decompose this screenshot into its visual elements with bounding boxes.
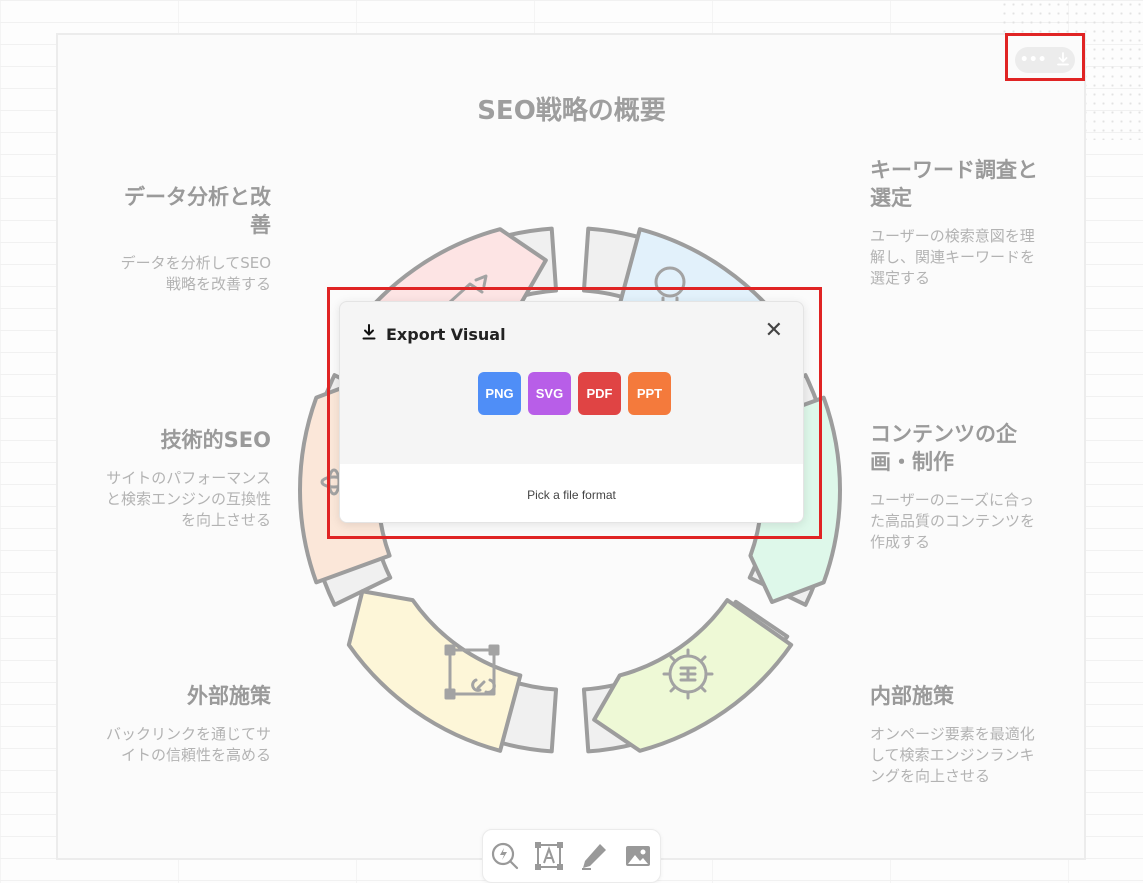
png-button[interactable]: PNG [478,372,521,415]
label-heading: 外部施策 [187,684,271,708]
bottom-toolbar [482,829,661,883]
label-desc: サイトのパフォーマンスと検索エンジンの互換性を向上させる [106,469,272,529]
export-dialog: Export Visual ✕ PNG SVG PDF PPT Pick a f… [339,301,804,523]
label-internal: 内部施策 オンページ要素を最適化して検索エンジンランキングを向上させる [870,682,1040,787]
pen-icon[interactable] [577,839,611,873]
label-desc: ユーザーのニーズに合った高品質のコンテンツを作成する [870,491,1036,551]
label-desc: バックリンクを通じてサイトの信頼性を高める [106,725,272,764]
close-icon[interactable]: ✕ [765,320,783,342]
dialog-header: Export Visual [362,324,506,344]
label-content: コンテンツの企画・制作 ユーザーのニーズに合った高品質のコンテンツを作成する [870,420,1040,553]
gear-cog-icon [662,648,714,700]
label-heading: データ分析と改善 [124,185,271,237]
label-heading: キーワード調査と選定 [870,158,1038,210]
ppt-button[interactable]: PPT [628,372,671,415]
label-data-analysis: データ分析と改善 データを分析してSEO戦略を改善する [106,183,271,295]
label-external: 外部施策 バックリンクを通じてサイトの信頼性を高める [106,682,271,766]
highlight-download-button [1005,33,1085,81]
dialog-title: Export Visual [386,324,506,344]
format-buttons: PNG SVG PDF PPT [478,372,671,415]
image-icon[interactable] [621,839,655,873]
dialog-footer: Pick a file format [340,464,803,522]
pdf-button[interactable]: PDF [578,372,621,415]
label-technical-seo: 技術的SEO サイトのパフォーマンスと検索エンジンの互換性を向上させる [106,426,271,531]
label-desc: オンページ要素を最適化して検索エンジンランキングを向上させる [870,725,1035,785]
label-heading: 技術的SEO [160,428,271,452]
label-desc: ユーザーの検索意図を理解し、関連キーワードを選定する [870,227,1036,287]
spark-search-icon[interactable] [488,839,522,873]
svg-button[interactable]: SVG [528,372,571,415]
infographic-title: SEO戦略の概要 [477,96,666,126]
label-heading: コンテンツの企画・制作 [870,422,1017,474]
download-icon [362,324,376,344]
label-keyword-research: キーワード調査と選定 ユーザーの検索意図を理解し、関連キーワードを選定する [870,156,1040,289]
label-heading: 内部施策 [870,684,954,708]
label-desc: データを分析してSEO戦略を改善する [120,254,271,293]
text-box-icon[interactable] [532,839,566,873]
